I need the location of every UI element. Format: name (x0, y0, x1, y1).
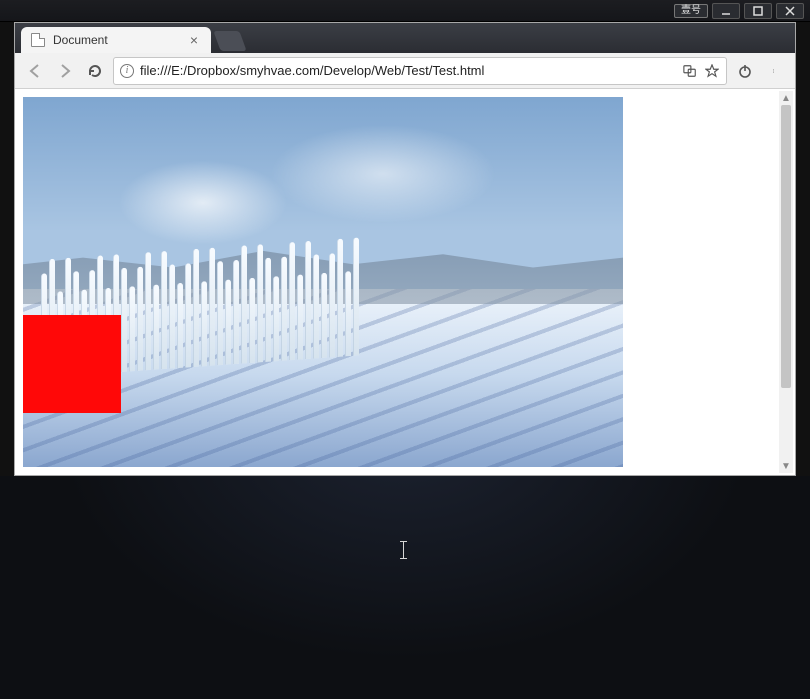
kebab-menu-icon (773, 63, 777, 79)
scroll-up-arrow-icon[interactable]: ▲ (779, 91, 793, 105)
omnibox-url: file:///E:/Dropbox/smyhvae.com/Develop/W… (140, 63, 676, 78)
power-extension-icon[interactable] (733, 59, 757, 83)
close-icon (785, 6, 795, 16)
arrow-right-icon (57, 63, 73, 79)
star-icon (705, 64, 719, 78)
translate-icon[interactable] (682, 63, 698, 79)
os-titlebar: 壹号 (0, 0, 810, 22)
desktop-background (0, 476, 810, 699)
tab-strip: Document × (15, 23, 795, 53)
scroll-down-arrow-icon[interactable]: ▼ (779, 459, 793, 473)
page-content (23, 97, 623, 467)
window-minimize-button[interactable] (712, 3, 740, 19)
nav-back-button[interactable] (23, 59, 47, 83)
scrollbar-thumb[interactable] (781, 105, 791, 388)
browser-viewport: ▲ ▼ (15, 89, 795, 475)
bookmark-star-icon[interactable] (704, 63, 720, 79)
browser-toolbar: i file:///E:/Dropbox/smyhvae.com/Develop… (15, 53, 795, 89)
power-icon (737, 63, 753, 79)
browser-menu-button[interactable] (763, 59, 787, 83)
page-file-icon (31, 33, 45, 47)
browser-window: Document × i file:///E:/Dropbox/smyhvae.… (14, 22, 796, 476)
scrollbar-track[interactable] (779, 105, 793, 459)
tab-active[interactable]: Document × (21, 27, 211, 53)
text-caret-cursor (403, 541, 404, 559)
translate-glyph-icon (683, 64, 697, 78)
tab-title: Document (53, 33, 179, 47)
vertical-scrollbar[interactable]: ▲ ▼ (779, 91, 793, 473)
ime-indicator[interactable]: 壹号 (674, 4, 708, 18)
omnibox[interactable]: i file:///E:/Dropbox/smyhvae.com/Develop… (113, 57, 727, 85)
window-maximize-button[interactable] (744, 3, 772, 19)
tab-close-button[interactable]: × (187, 33, 201, 47)
red-box-element (23, 315, 121, 413)
nav-forward-button[interactable] (53, 59, 77, 83)
arrow-left-icon (27, 63, 43, 79)
window-close-button[interactable] (776, 3, 804, 19)
reload-icon (87, 63, 103, 79)
minimize-icon (721, 6, 731, 16)
new-tab-button[interactable] (213, 31, 246, 51)
nav-reload-button[interactable] (83, 59, 107, 83)
maximize-icon (753, 6, 763, 16)
site-info-icon[interactable]: i (120, 64, 134, 78)
